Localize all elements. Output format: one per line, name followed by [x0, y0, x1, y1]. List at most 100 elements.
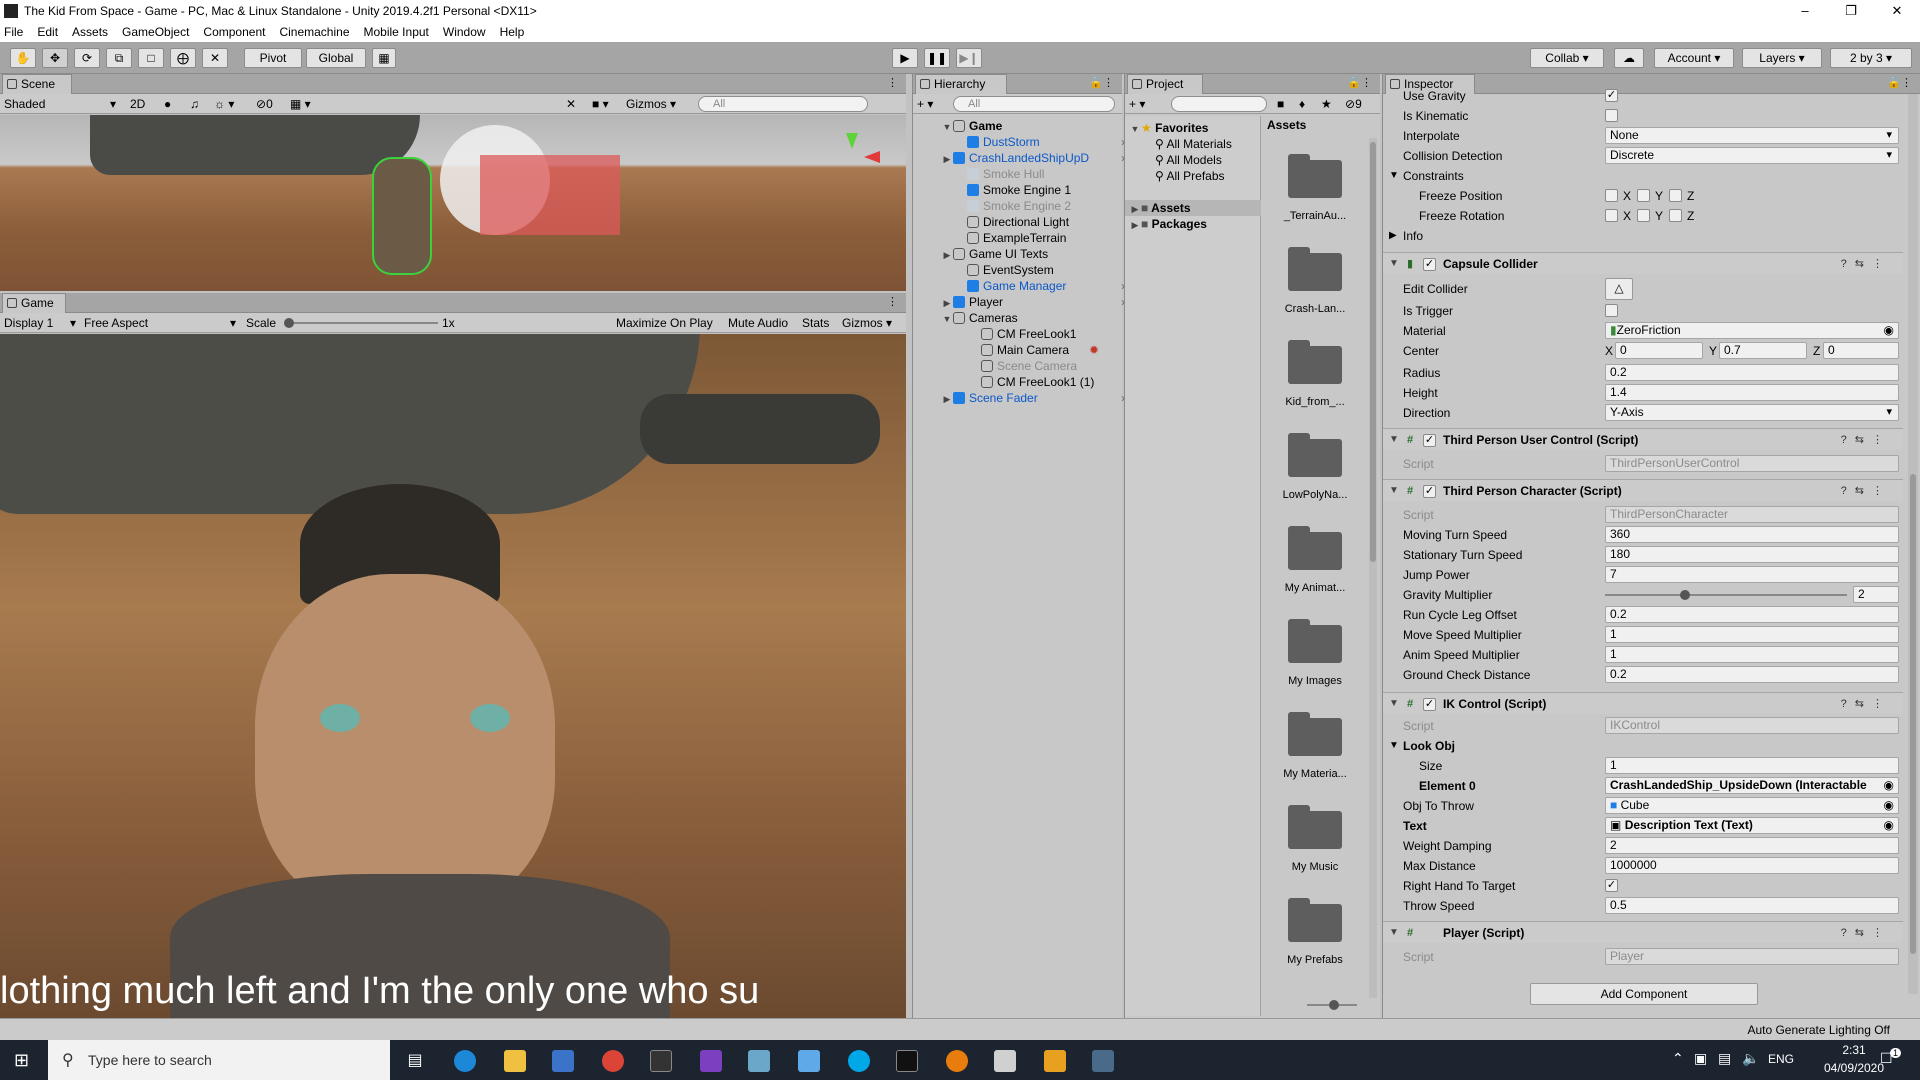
- material-object-field[interactable]: ▮ZeroFriction ◉: [1605, 322, 1899, 339]
- lock-icon[interactable]: 🔒⋮: [1089, 76, 1114, 89]
- game-icon[interactable]: [1092, 1050, 1114, 1072]
- menu-gameobject[interactable]: GameObject: [122, 25, 189, 39]
- third-person-character-header[interactable]: ▼ # ✓ Third Person Character (Script) ?⇆⋮: [1383, 479, 1903, 501]
- constraints-foldout[interactable]: ▼ Constraints: [1383, 167, 1903, 185]
- size-field[interactable]: 1: [1605, 757, 1899, 774]
- aspect-dropdown[interactable]: Free Aspect ▾: [84, 315, 236, 331]
- menu-edit[interactable]: Edit: [37, 25, 58, 39]
- edge-browser-icon[interactable]: [454, 1050, 476, 1072]
- language-indicator[interactable]: ENG: [1768, 1052, 1794, 1066]
- store-icon[interactable]: [552, 1050, 574, 1072]
- 2d-toggle[interactable]: 2D: [130, 96, 145, 112]
- element0-object-field[interactable]: CrashLandedShip_UpsideDown (Interactable…: [1605, 777, 1899, 794]
- folder-label[interactable]: My Images: [1270, 675, 1360, 687]
- hierarchy-search-input[interactable]: All: [953, 96, 1115, 112]
- tools-icon[interactable]: ✕: [566, 96, 576, 112]
- expand-arrow-icon[interactable]: ▶: [941, 151, 953, 167]
- hierarchy-item[interactable]: EventSystem: [955, 262, 1127, 278]
- hierarchy-item[interactable]: Smoke Engine 2: [955, 198, 1127, 214]
- field-value[interactable]: 0.2: [1605, 606, 1899, 623]
- component-help-preset-menu-icon[interactable]: ?⇆⋮: [1841, 253, 1891, 275]
- edit-collider-button[interactable]: △: [1605, 278, 1633, 300]
- app-icon[interactable]: [798, 1050, 820, 1072]
- max-distance-field[interactable]: 1000000: [1605, 857, 1899, 874]
- obj-to-throw-object-field[interactable]: ■ Cube ◉: [1605, 797, 1899, 814]
- blender-icon[interactable]: [946, 1050, 968, 1072]
- hierarchy-item[interactable]: DustStorm ›: [955, 134, 1127, 150]
- is-kinematic-checkbox[interactable]: [1605, 109, 1618, 122]
- pivot-toggle[interactable]: Pivot: [244, 48, 302, 68]
- chrome-icon[interactable]: [602, 1050, 624, 1072]
- folder-icon[interactable]: [1288, 805, 1342, 849]
- menu-help[interactable]: Help: [500, 25, 525, 39]
- object-picker-icon[interactable]: ◉: [1884, 323, 1894, 338]
- step-button[interactable]: ▶❙: [956, 48, 982, 68]
- info-foldout[interactable]: ▶ Info: [1383, 227, 1903, 245]
- hierarchy-item[interactable]: Smoke Engine 1: [955, 182, 1127, 198]
- cloud-icon[interactable]: ☁: [1614, 48, 1644, 68]
- filter-type-icon[interactable]: ■: [1277, 96, 1284, 112]
- stats-toggle[interactable]: Stats: [802, 315, 829, 331]
- hierarchy-item[interactable]: ▶ Game UI Texts: [941, 246, 1127, 262]
- hierarchy-item[interactable]: Scene Camera: [969, 358, 1127, 374]
- terminal-icon[interactable]: [896, 1050, 918, 1072]
- add-component-button[interactable]: Add Component: [1530, 983, 1758, 1005]
- center-x-field[interactable]: 0: [1615, 342, 1703, 359]
- folder-icon[interactable]: [1288, 526, 1342, 570]
- close-button[interactable]: ✕: [1874, 0, 1920, 22]
- hierarchy-item[interactable]: ▼ Cameras: [941, 310, 1127, 326]
- object-picker-icon[interactable]: ◉: [1884, 818, 1894, 833]
- inspector-scrollbar-thumb[interactable]: [1910, 474, 1916, 954]
- field-value[interactable]: 180: [1605, 546, 1899, 563]
- rect-tool-icon[interactable]: □: [138, 48, 164, 68]
- favorite-all-models[interactable]: ⚲ All Models: [1155, 152, 1222, 168]
- hierarchy-item[interactable]: Smoke Hull: [955, 166, 1127, 182]
- capsule-collider-header[interactable]: ▼ ▮ ✓ Capsule Collider ?⇆⋮: [1383, 252, 1903, 274]
- game-viewport[interactable]: lothing much left and I'm the only one w…: [0, 334, 906, 1018]
- display-dropdown[interactable]: Display 1 ▾: [4, 315, 76, 331]
- text-object-field[interactable]: ▣ Description Text (Text) ◉: [1605, 817, 1899, 834]
- hierarchy-item[interactable]: Directional Light: [955, 214, 1127, 230]
- component-enabled-checkbox[interactable]: ✓: [1423, 258, 1436, 271]
- slider-thumb[interactable]: [1680, 590, 1690, 600]
- hierarchy-item[interactable]: ▶ Player ›: [941, 294, 1127, 310]
- taskbar-search-box[interactable]: ⚲ Type here to search: [48, 1040, 390, 1080]
- hidden-objects-counter[interactable]: ⊘0: [256, 96, 273, 112]
- maximize-on-play-toggle[interactable]: Maximize On Play: [616, 315, 713, 331]
- tree-assets-folder[interactable]: ▶ ■ Assets: [1125, 200, 1261, 216]
- tab-project[interactable]: Project: [1127, 74, 1203, 94]
- task-view-icon[interactable]: ▤: [404, 1050, 426, 1072]
- component-help-preset-menu-icon[interactable]: ?⇆⋮: [1841, 480, 1891, 502]
- camera-dropdown-icon[interactable]: ■ ▾: [592, 96, 609, 112]
- scale-tool-icon[interactable]: ⧉: [106, 48, 132, 68]
- hierarchy-item[interactable]: CM FreeLook1 (1): [969, 374, 1127, 390]
- hierarchy-item[interactable]: ▶ Scene Fader ›: [941, 390, 1127, 406]
- icon-size-slider[interactable]: [1307, 1000, 1357, 1010]
- freeze-pos-z-checkbox[interactable]: [1669, 189, 1682, 202]
- folder-icon[interactable]: [1288, 340, 1342, 384]
- component-help-preset-menu-icon[interactable]: ?⇆⋮: [1841, 922, 1891, 944]
- maximize-button[interactable]: ❐: [1828, 0, 1874, 22]
- mute-audio-toggle[interactable]: Mute Audio: [728, 315, 788, 331]
- direction-dropdown[interactable]: Y-Axis: [1605, 404, 1899, 421]
- hierarchy-item[interactable]: ExampleTerrain: [955, 230, 1127, 246]
- favorite-all-prefabs[interactable]: ⚲ All Prefabs: [1155, 168, 1225, 184]
- create-dropdown[interactable]: + ▾: [917, 96, 933, 112]
- audio-toggle-icon[interactable]: ♫: [190, 96, 199, 112]
- scene-viewport[interactable]: [0, 115, 906, 291]
- transform-tool-icon[interactable]: ⨁: [170, 48, 196, 68]
- folder-label[interactable]: Crash-Lan...: [1270, 303, 1360, 315]
- folder-icon[interactable]: [1288, 154, 1342, 198]
- expand-arrow-icon[interactable]: ▶: [941, 247, 953, 263]
- component-help-preset-menu-icon[interactable]: ?⇆⋮: [1841, 429, 1891, 451]
- component-help-preset-menu-icon[interactable]: ?⇆⋮: [1841, 693, 1891, 715]
- grid-dropdown-icon[interactable]: ▦ ▾: [290, 96, 311, 112]
- orientation-gizmo[interactable]: [820, 133, 880, 183]
- freeze-rot-z-checkbox[interactable]: [1669, 209, 1682, 222]
- scene-search-input[interactable]: All: [698, 96, 868, 112]
- expand-arrow-icon[interactable]: ▶: [941, 391, 953, 407]
- gravity-multiplier-slider[interactable]: [1605, 590, 1847, 600]
- right-hand-target-checkbox[interactable]: ✓: [1605, 879, 1618, 892]
- lighting-status[interactable]: Auto Generate Lighting Off: [1747, 1019, 1890, 1041]
- collab-dropdown[interactable]: Collab ▾: [1530, 48, 1604, 68]
